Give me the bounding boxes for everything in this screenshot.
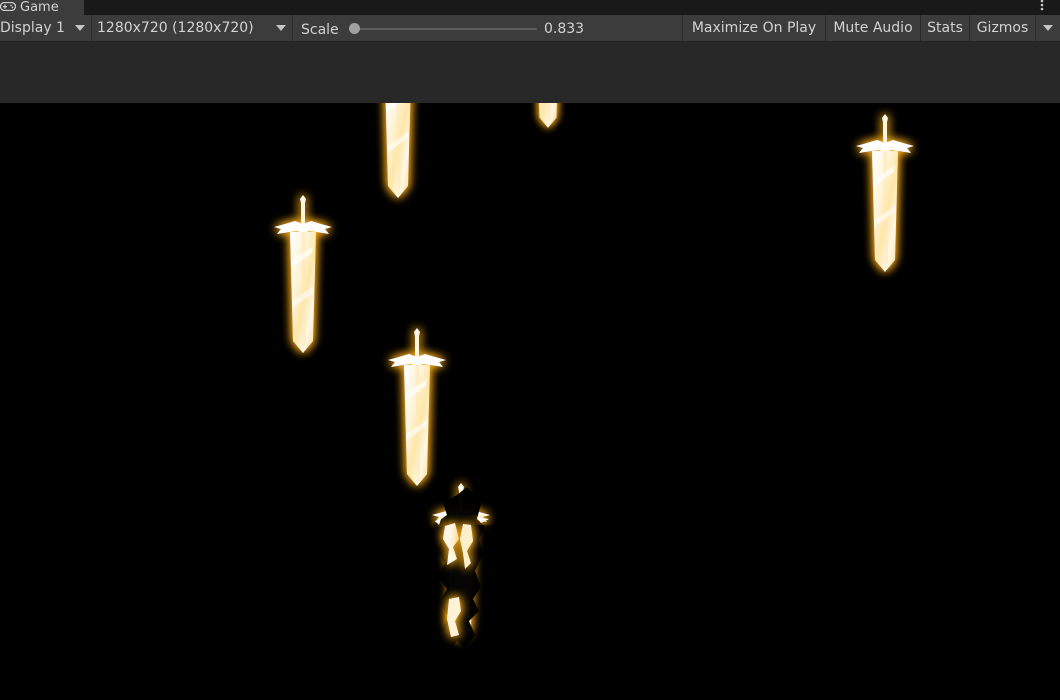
scale-value: 0.833: [544, 21, 585, 37]
kebab-menu-icon[interactable]: [1038, 0, 1046, 14]
gizmos-label: Gizmos: [976, 20, 1029, 36]
sword-sprite: [369, 103, 427, 198]
resolution-dropdown[interactable]: 1280x720 (1280x720): [92, 15, 293, 41]
game-scene: [274, 103, 914, 651]
gamepad-icon: [0, 2, 16, 11]
stats-button[interactable]: Stats: [920, 15, 969, 41]
dissolving-sword-sprite: [432, 483, 490, 651]
scale-slider-thumb[interactable]: [349, 23, 360, 34]
resolution-dropdown-label: 1280x720 (1280x720): [97, 20, 254, 36]
chevron-down-icon: [276, 25, 286, 31]
display-dropdown-label: Display 1: [0, 20, 65, 36]
game-viewport[interactable]: [0, 103, 1060, 700]
mute-audio-button[interactable]: Mute Audio: [825, 15, 920, 41]
game-tab[interactable]: Game: [0, 0, 84, 15]
letterbox-bar: [0, 42, 1060, 103]
maximize-on-play-button[interactable]: Maximize On Play: [682, 15, 825, 41]
chevron-down-icon: [75, 25, 85, 31]
stats-label: Stats: [927, 20, 963, 36]
sword-sprite: [388, 328, 446, 486]
scale-label: Scale: [301, 22, 339, 38]
scale-control: Scale 0.833: [293, 15, 682, 41]
game-tab-label: Game: [20, 0, 59, 15]
sword-sprite: [856, 114, 914, 272]
maximize-on-play-label: Maximize On Play: [691, 20, 817, 36]
mute-audio-label: Mute Audio: [833, 20, 913, 36]
game-view-toolbar: Display 1 1280x720 (1280x720) Scale 0.83…: [0, 15, 1060, 42]
sword-sprite: [274, 195, 332, 353]
window-tab-bar: Game: [0, 0, 1060, 15]
scale-slider-track[interactable]: [354, 28, 537, 30]
sword-sprite: [523, 103, 573, 128]
gizmos-dropdown[interactable]: [1035, 15, 1060, 41]
chevron-down-icon: [1043, 25, 1053, 31]
gizmos-button[interactable]: Gizmos: [969, 15, 1035, 41]
display-dropdown[interactable]: Display 1: [0, 15, 92, 41]
